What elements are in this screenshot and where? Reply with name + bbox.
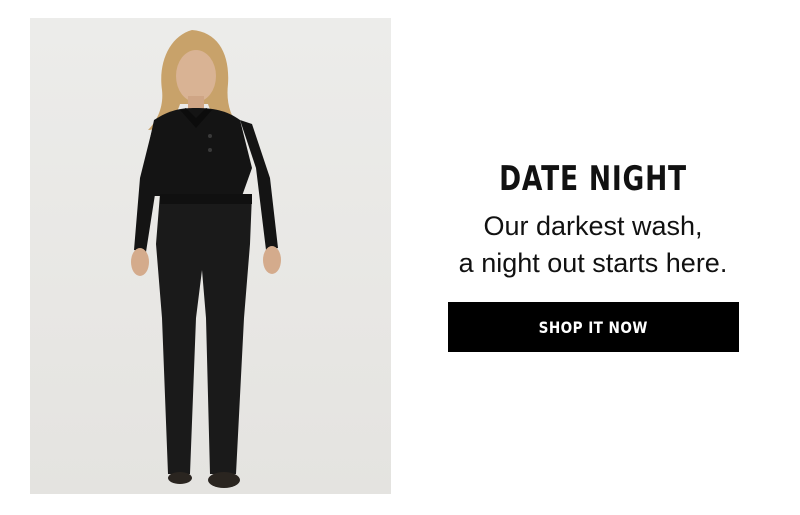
shop-it-now-label: SHOP IT NOW — [538, 317, 649, 337]
product-photo[interactable] — [30, 18, 391, 494]
shop-it-now-button[interactable]: SHOP IT NOW — [448, 302, 739, 352]
promo-headline: DATE NIGHT — [499, 159, 687, 199]
model-figure — [131, 30, 281, 488]
promo-subline-2: a night out starts here. — [458, 248, 728, 278]
promo-subline-1: Our darkest wash, — [483, 211, 703, 241]
promo-panel: DATE NIGHT Our darkest wash, a night out… — [440, 150, 746, 282]
